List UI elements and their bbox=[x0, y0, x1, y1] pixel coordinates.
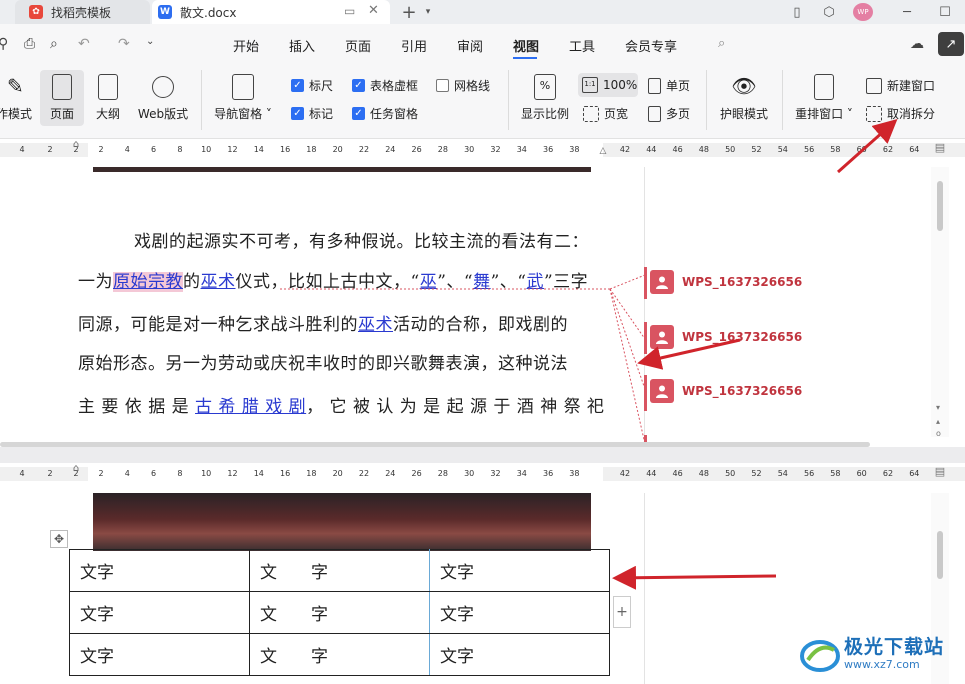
arrow-to-table bbox=[612, 565, 777, 590]
wps-writer-window: ✿ 找稻壳模板 W 散文.docx ▭ ✕ + ▾ ▯ ⬡ WP ─ ☐ ⚲ ⎙… bbox=[0, 0, 965, 684]
watermark-url: www.xz7.com bbox=[844, 658, 920, 671]
watermark-text: 极光下载站 bbox=[844, 636, 945, 658]
watermark-logo: 极光下载站 www.xz7.com bbox=[800, 632, 960, 680]
watermark-logo-icon bbox=[800, 640, 840, 672]
annotation-arrows bbox=[612, 119, 898, 590]
arrow-to-cancel-split bbox=[837, 119, 898, 174]
arrow-to-top-pane bbox=[637, 338, 741, 370]
